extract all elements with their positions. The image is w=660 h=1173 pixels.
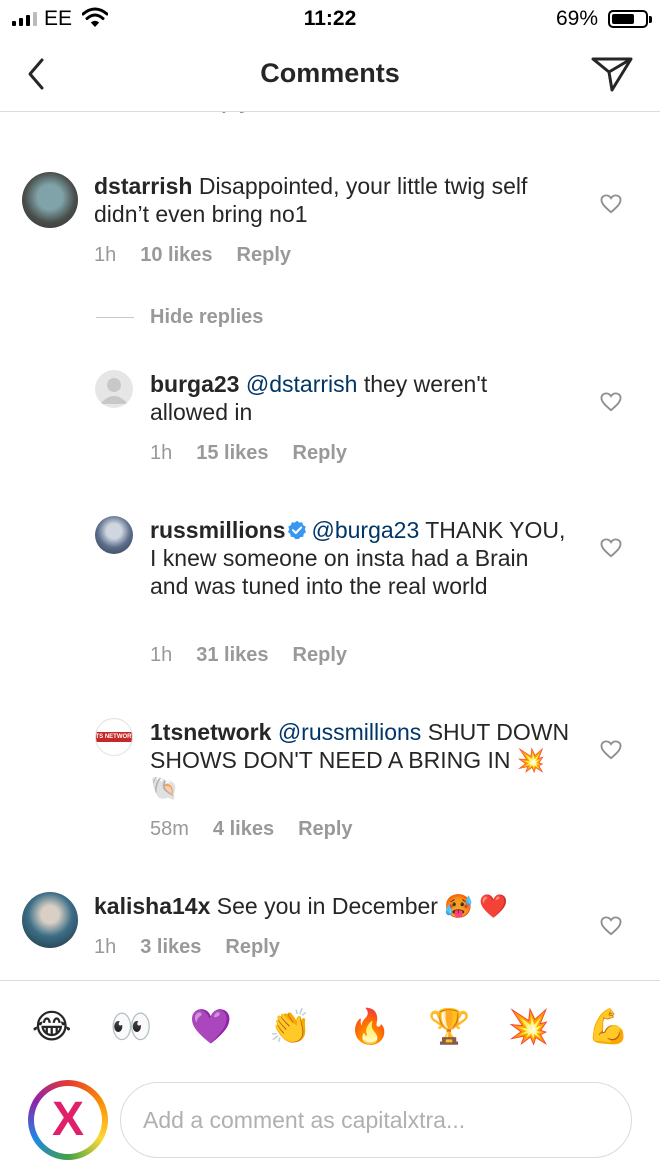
brand-logo: 1TS NETWORK (96, 732, 132, 742)
likes-count[interactable]: 31 likes (196, 644, 268, 667)
emoji-button-collision[interactable]: 💥 (505, 1010, 553, 1044)
reply-text: burga23 @dstarrish they weren't allowed … (150, 371, 488, 425)
heart-icon[interactable] (600, 740, 622, 760)
avatar[interactable] (22, 892, 78, 948)
hide-replies-button[interactable]: Hide replies (96, 306, 263, 329)
battery-percentage: 69% (555, 7, 598, 30)
emoji-button-trophy[interactable]: 🏆 (425, 1010, 473, 1044)
avatar[interactable] (22, 172, 78, 228)
reply-button[interactable]: Reply (298, 818, 352, 841)
reply-time: 1h (150, 644, 173, 666)
reply-button[interactable]: Reply (293, 644, 347, 667)
reply-time: 1h (150, 442, 173, 464)
reply-meta: 1h 31 likes Reply (150, 644, 347, 667)
likes-count[interactable]: 10 likes (140, 244, 212, 267)
paper-plane-icon[interactable] (590, 54, 634, 94)
comment-composer: X (0, 1072, 660, 1173)
reply-username[interactable]: burga23 (150, 371, 239, 397)
avatar[interactable] (95, 370, 133, 408)
current-user-avatar: X (28, 1080, 108, 1160)
reply-button[interactable]: Reply (225, 936, 279, 959)
status-bar: EE 11:22 69% (0, 0, 660, 38)
comment-meta: 1h 10 likes Reply (94, 244, 291, 267)
likes-count[interactable]: 3 likes (140, 936, 201, 959)
comment-time: 1h (94, 936, 117, 958)
emoji-button-purple-heart[interactable]: 💜 (187, 1010, 235, 1044)
heart-icon[interactable] (600, 916, 622, 936)
divider (96, 317, 134, 318)
mention-link[interactable]: @dstarrish (246, 371, 358, 397)
emoji-quick-bar: 😂 👀 💜 👏 🔥 🏆 💥 💪 (0, 980, 660, 1072)
reply-meta: 1h 15 likes Reply (150, 442, 347, 465)
comment-username[interactable]: dstarrish (94, 173, 192, 199)
emoji-button-joy[interactable]: 😂 (28, 1010, 76, 1044)
reply-username[interactable]: 1tsnetwork (150, 719, 271, 745)
reply-meta: 58m 4 likes Reply (150, 818, 353, 841)
likes-count[interactable]: 4 likes (213, 818, 274, 841)
avatar[interactable] (95, 516, 133, 554)
comment-text: dstarrish Disappointed, your little twig… (94, 173, 528, 227)
emoji-button-flexed-biceps[interactable]: 💪 (584, 1010, 632, 1044)
verified-badge-icon (288, 520, 307, 540)
mention-link[interactable]: @burga23 (311, 517, 419, 543)
emoji-button-clap[interactable]: 👏 (266, 1010, 314, 1044)
mention-link[interactable]: @russmillions (278, 719, 421, 745)
page-title: Comments (260, 58, 400, 88)
comment-meta: 1h 3 likes Reply (94, 936, 280, 959)
emoji-button-fire[interactable]: 🔥 (346, 1010, 394, 1044)
reply-text: russmillions @burga23 THANK YOU, I knew … (150, 517, 566, 599)
default-avatar-icon (100, 378, 128, 404)
avatar[interactable]: 1TS NETWORK (95, 718, 133, 756)
emoji-button-eyes[interactable]: 👀 (107, 1010, 155, 1044)
reply-text: 1tsnetwork @russmillions SHUT DOWN SHOWS… (150, 719, 570, 801)
avatar-letter: X (51, 1093, 84, 1146)
likes-count[interactable]: 15 likes (196, 442, 268, 465)
battery-icon (608, 10, 652, 28)
heart-icon[interactable] (600, 538, 622, 558)
heart-icon[interactable] (600, 392, 622, 412)
nav-bar: Comments (0, 38, 660, 112)
reply-time: 58m (150, 818, 189, 840)
reply-username[interactable]: russmillions (150, 517, 285, 543)
comment-username[interactable]: kalisha14x (94, 893, 210, 919)
reply-button[interactable]: Reply (293, 442, 347, 465)
comment-time: 1h (94, 244, 117, 266)
comment-text: kalisha14x See you in December 🥵 ❤️ (94, 893, 508, 919)
heart-icon[interactable] (600, 194, 622, 214)
comment-input[interactable] (120, 1082, 632, 1158)
reply-button[interactable]: Reply (237, 244, 291, 267)
